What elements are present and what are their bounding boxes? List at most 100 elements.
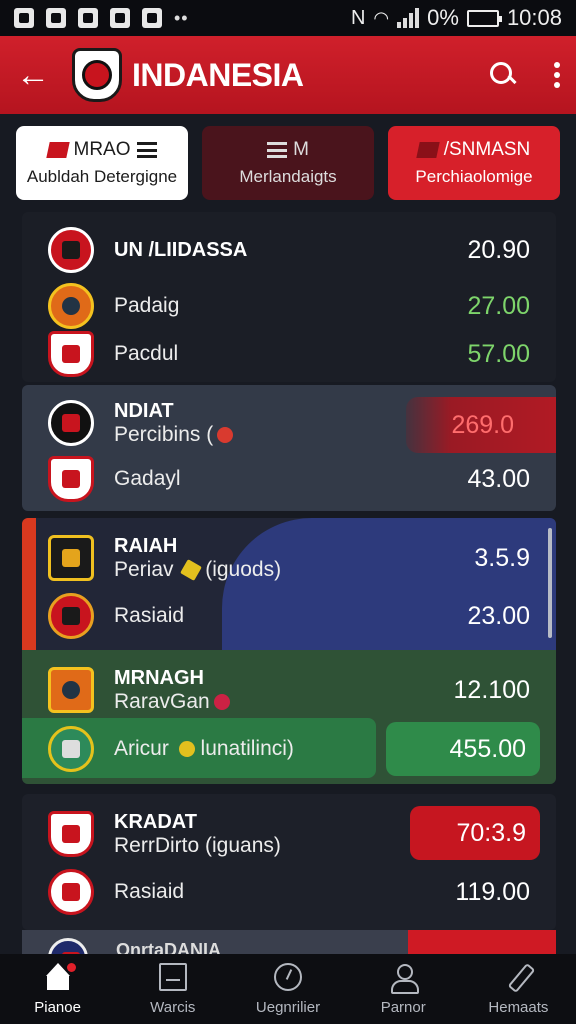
tab-1-title: MRAO: [73, 139, 131, 160]
list-item[interactable]: Gadayl 43.00: [22, 455, 556, 503]
team-crest-logo: [72, 48, 122, 102]
ball-icon: [175, 738, 198, 761]
match-card-3[interactable]: RAIAH Periav (iguods) 3.5.9 Rasiaid 23.0…: [22, 518, 556, 784]
team-name: Percibins (: [114, 422, 214, 446]
team-crest-icon: [48, 227, 94, 273]
team-crest-icon: [48, 456, 94, 502]
team-name: Padaig: [114, 294, 180, 317]
status-bar: •• N ◠ 0% 10:08: [0, 0, 576, 36]
odds-value[interactable]: 43.00: [467, 465, 530, 494]
tab-2-subtitle: Merlandaigts: [239, 167, 337, 186]
odds-value[interactable]: 3.5.9: [474, 544, 530, 573]
pen-icon: [504, 963, 532, 991]
tab-3-title: /SNMASN: [443, 139, 531, 160]
team-name: Rasiaid: [114, 604, 185, 627]
odds-value[interactable]: 27.00: [467, 292, 530, 321]
odds-value[interactable]: 57.00: [467, 340, 530, 369]
team-note: lunatilinci): [200, 737, 294, 760]
team-note: (iguods): [205, 557, 282, 581]
odds-button-selected[interactable]: 455.00: [386, 722, 540, 776]
live-icon: [213, 693, 230, 710]
team-name: Rasiaid: [114, 880, 185, 903]
list-item[interactable]: NDIAT Percibins ( 269.0: [22, 395, 556, 453]
match-card-1[interactable]: UN /LIIDASSA 20.90 Padaig 27.00 Pacdul 5…: [22, 212, 556, 382]
list-icon: [267, 142, 288, 158]
gauge-icon: [274, 962, 302, 991]
team-name: Periav: [114, 557, 174, 581]
match-title: RAIAH: [114, 534, 178, 557]
tab-3-subtitle: Perchiaolomige: [415, 167, 533, 186]
more-vert-icon[interactable]: [554, 62, 560, 88]
list-item[interactable]: KRADAT RerrDirto (iguans) 70:3.9: [22, 806, 556, 862]
notification-icons: ••: [14, 8, 189, 29]
list-item[interactable]: Aricur lunatilinci) 455.00: [22, 722, 556, 776]
team-crest-icon: [48, 869, 94, 915]
odds-button-highlight[interactable]: 70:3.9: [410, 806, 540, 860]
list-item[interactable]: UN /LIIDASSA 20.90: [22, 226, 556, 274]
nav-item-4-label: Parnor: [380, 998, 426, 1016]
team-name: Aricur: [114, 737, 169, 760]
list-item[interactable]: MRNAGH RaravGan 12.100: [22, 662, 556, 718]
nav-home[interactable]: Pianoe: [0, 954, 115, 1024]
odds-value[interactable]: 119.00: [455, 878, 530, 907]
match-card-2[interactable]: NDIAT Percibins ( 269.0 Gadayl 43.00: [22, 385, 556, 511]
match-title: NDIAT: [114, 399, 174, 422]
team-name: RerrDirto (iguans): [114, 833, 281, 857]
tab-3[interactable]: /SNMASN Perchiaolomige: [388, 126, 560, 200]
team-name: Pacdul: [114, 342, 179, 365]
odds-button-highlight[interactable]: 269.0: [406, 397, 556, 453]
nav-item-5[interactable]: Hemaats: [461, 954, 576, 1024]
match-card-4[interactable]: KRADAT RerrDirto (iguans) 70:3.9 Rasiaid…: [22, 794, 556, 930]
nav-item-3-label: Uegnrilier: [255, 998, 321, 1016]
tab-2[interactable]: M Merlandaigts: [202, 126, 374, 200]
list-item[interactable]: Rasiaid 119.00: [22, 866, 556, 918]
list-item[interactable]: Pacdul 57.00: [22, 330, 556, 378]
list-icon: [136, 142, 157, 158]
team-crest-icon: [48, 331, 94, 377]
notification-app-icon: [46, 8, 66, 28]
team-crest-icon: [48, 811, 94, 857]
odds-value[interactable]: 20.90: [467, 236, 530, 265]
match-card-5-partial[interactable]: OnrtaDANIA: [22, 930, 556, 954]
odds-button-highlight[interactable]: [408, 930, 556, 954]
list-item[interactable]: RAIAH Periav (iguods) 3.5.9: [22, 530, 556, 586]
nav-item-2[interactable]: Warcis: [115, 954, 230, 1024]
wifi-icon: ◠: [373, 7, 390, 28]
match-title: KRADAT: [114, 810, 197, 833]
tab-1-subtitle: Aubldah Detergigne: [26, 167, 178, 186]
nav-item-5-label: Hemaats: [488, 998, 549, 1016]
odds-value: 455.00: [449, 734, 526, 763]
nfc-icon: N: [350, 6, 366, 29]
box-icon: [158, 962, 187, 991]
back-arrow-icon[interactable]: ←: [16, 56, 56, 95]
notification-n-icon: [14, 8, 34, 28]
team-crest-icon: [48, 535, 94, 581]
clock: 10:08: [506, 5, 562, 30]
app-bar: ← INDANESIA: [0, 36, 576, 114]
signal-icon: [397, 8, 420, 28]
odds-value: 70:3.9: [456, 818, 526, 847]
team-name: Gadayl: [114, 467, 181, 490]
nav-item-3[interactable]: Uegnrilier: [230, 954, 345, 1024]
tab-1[interactable]: MRAO Aubldah Detergigne: [16, 126, 188, 200]
search-icon[interactable]: [490, 62, 516, 88]
notification-download-icon: [78, 8, 98, 28]
battery-icon: [466, 9, 502, 27]
flag-icon: [45, 142, 70, 158]
notification-circle-icon: [110, 8, 130, 28]
odds-value: 269.0: [451, 410, 514, 439]
team-crest-icon: [48, 667, 94, 713]
team-crest-icon: [48, 726, 94, 772]
team-crest-icon: [48, 938, 88, 954]
odds-value[interactable]: 23.00: [467, 602, 530, 631]
home-icon: [44, 962, 76, 991]
list-item[interactable]: Rasiaid 23.00: [22, 592, 556, 640]
bottom-navigation: Pianoe Warcis Uegnrilier Parnor Hemaats: [0, 954, 576, 1024]
list-item[interactable]: Padaig 27.00: [22, 282, 556, 330]
odds-value[interactable]: 12.100: [454, 676, 530, 705]
team-crest-icon: [48, 283, 94, 329]
team-crest-icon: [48, 593, 94, 639]
notification-dot: [66, 962, 76, 972]
notification-image-icon: [142, 8, 162, 28]
nav-item-4[interactable]: Parnor: [346, 954, 461, 1024]
